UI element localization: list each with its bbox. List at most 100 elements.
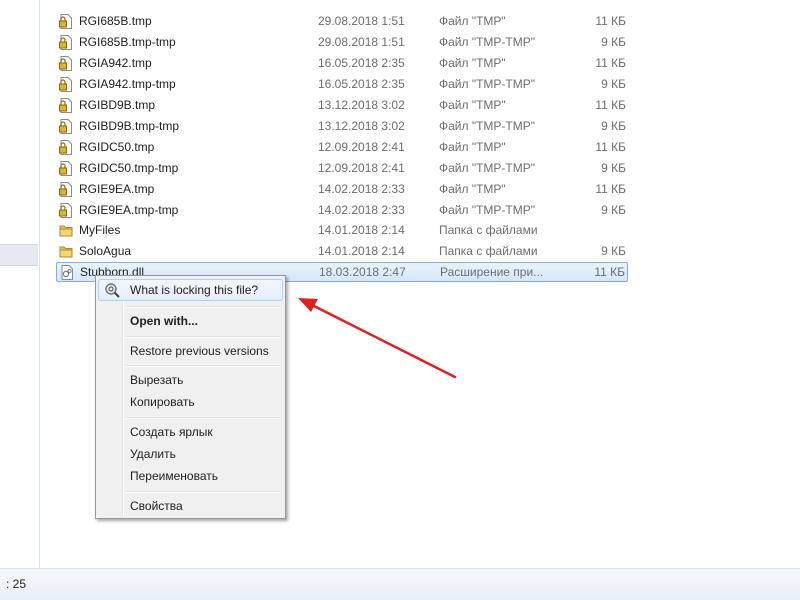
locked-file-icon [59, 140, 72, 155]
locked-file-icon [59, 56, 72, 71]
file-type: Файл "TMP" [439, 56, 506, 70]
menu-separator [126, 336, 281, 338]
file-row[interactable]: RGIDC50.tmp 12.09.2018 2:41 Файл "TMP" 1… [56, 137, 628, 157]
file-name: RGIE9EA.tmp [79, 182, 155, 196]
menu-item-copy[interactable]: Копировать [98, 391, 283, 413]
locked-file-icon [59, 119, 72, 134]
file-date: 18.03.2018 2:47 [319, 265, 406, 279]
file-date: 16.05.2018 2:35 [318, 56, 405, 70]
file-date: 13.12.2018 3:02 [318, 119, 405, 133]
file-date: 12.09.2018 2:41 [318, 140, 405, 154]
file-size: 9 КБ [601, 77, 626, 91]
dll-file-icon [61, 265, 73, 280]
file-type: Файл "TMP" [439, 140, 506, 154]
file-row[interactable]: RGIBD9B.tmp 13.12.2018 3:02 Файл "TMP" 1… [56, 95, 628, 115]
file-type: Файл "TMP-TMP" [439, 203, 536, 217]
locked-file-icon [59, 77, 72, 92]
file-row[interactable]: RGIA942.tmp 16.05.2018 2:35 Файл "TMP" 1… [56, 53, 628, 73]
menu-separator [126, 417, 281, 419]
menu-item-label: What is locking this file? [130, 283, 259, 297]
file-type: Файл "TMP-TMP" [439, 161, 536, 175]
folder-row[interactable]: MyFiles 14.01.2018 2:14 Папка с файлами [56, 220, 628, 240]
file-date: 14.02.2018 2:33 [318, 182, 405, 196]
locked-file-icon [59, 14, 72, 29]
file-type: Файл "TMP" [439, 14, 506, 28]
status-bar: : 25 [0, 568, 800, 600]
locked-file-icon [59, 182, 72, 197]
file-size: 11 КБ [595, 14, 626, 28]
folder-name: MyFiles [79, 223, 121, 237]
file-name: RGI685B.tmp-tmp [79, 35, 176, 49]
menu-item-label: Переименовать [130, 469, 218, 483]
file-name: RGIA942.tmp [79, 56, 152, 70]
menu-item-rename[interactable]: Переименовать [98, 465, 283, 487]
file-row[interactable]: RGIBD9B.tmp-tmp 13.12.2018 3:02 Файл "TM… [56, 116, 628, 136]
menu-item-label: Удалить [130, 447, 176, 461]
file-type: Файл "TMP" [439, 182, 506, 196]
file-size: 11 КБ [595, 182, 626, 196]
file-row[interactable]: RGIE9EA.tmp-tmp 14.02.2018 2:33 Файл "TM… [56, 200, 628, 220]
menu-item-label: Создать ярлык [130, 425, 213, 439]
file-row[interactable]: RGIA942.tmp-tmp 16.05.2018 2:35 Файл "TM… [56, 74, 628, 94]
menu-item-label: Open with... [130, 314, 198, 328]
locked-file-icon [59, 98, 72, 113]
file-date: 13.12.2018 3:02 [318, 98, 405, 112]
file-row[interactable]: RGI685B.tmp-tmp 29.08.2018 1:51 Файл "TM… [56, 32, 628, 52]
locked-file-icon [59, 161, 72, 176]
menu-item-open-with[interactable]: Open with... [98, 310, 283, 332]
folder-icon [59, 246, 73, 258]
file-type: Папка с файлами [439, 223, 538, 237]
file-date: 14.01.2018 2:14 [318, 223, 405, 237]
file-date: 29.08.2018 1:51 [318, 14, 405, 28]
file-name: RGIBD9B.tmp-tmp [79, 119, 180, 133]
file-size: 9 КБ [601, 161, 626, 175]
menu-item-label: Restore previous versions [130, 344, 269, 358]
file-type: Файл "TMP-TMP" [439, 119, 536, 133]
file-size: 11 КБ [595, 98, 626, 112]
file-name: RGIA942.tmp-tmp [79, 77, 176, 91]
locked-file-icon [59, 203, 72, 218]
menu-item-create-shortcut[interactable]: Создать ярлык [98, 421, 283, 443]
file-date: 29.08.2018 1:51 [318, 35, 405, 49]
file-size: 11 КБ [595, 56, 626, 70]
menu-separator [126, 491, 281, 493]
file-size: 9 КБ [601, 244, 626, 258]
file-type: Расширение при... [440, 265, 544, 279]
file-size: 9 КБ [601, 119, 626, 133]
locked-file-icon [59, 35, 72, 50]
file-date: 12.09.2018 2:41 [318, 161, 405, 175]
file-row[interactable]: RGI685B.tmp 29.08.2018 1:51 Файл "TMP" 1… [56, 11, 628, 31]
file-size: 9 КБ [601, 35, 626, 49]
menu-item-cut[interactable]: Вырезать [98, 369, 283, 391]
file-type: Папка с файлами [439, 244, 538, 258]
file-type: Файл "TMP" [439, 98, 506, 112]
menu-item-properties[interactable]: Свойства [98, 495, 283, 517]
magnifier-gear-icon [105, 283, 120, 298]
file-row[interactable]: RGIE9EA.tmp 14.02.2018 2:33 Файл "TMP" 1… [56, 179, 628, 199]
folder-row[interactable]: SoloAgua 14.01.2018 2:14 Папка с файлами… [56, 241, 628, 261]
file-date: 14.01.2018 2:14 [318, 244, 405, 258]
file-type: Файл "TMP-TMP" [439, 35, 536, 49]
menu-item-restore-previous-versions[interactable]: Restore previous versions [98, 340, 283, 362]
file-date: 16.05.2018 2:35 [318, 77, 405, 91]
file-name: RGIDC50.tmp-tmp [79, 161, 179, 175]
file-row[interactable]: RGIDC50.tmp-tmp 12.09.2018 2:41 Файл "TM… [56, 158, 628, 178]
file-name: RGIE9EA.tmp-tmp [79, 203, 179, 217]
menu-item-label: Вырезать [130, 373, 184, 387]
file-name: RGIDC50.tmp [79, 140, 155, 154]
file-name: RGI685B.tmp [79, 14, 152, 28]
file-date: 14.02.2018 2:33 [318, 203, 405, 217]
folder-icon [59, 225, 73, 237]
menu-item-delete[interactable]: Удалить [98, 443, 283, 465]
menu-separator [126, 306, 281, 308]
file-name: RGIBD9B.tmp [79, 98, 156, 112]
menu-item-what-is-locking[interactable]: What is locking this file? [98, 279, 283, 301]
file-size: 9 КБ [601, 203, 626, 217]
folder-name: SoloAgua [79, 244, 132, 258]
file-size: 11 КБ [594, 265, 625, 279]
status-item-count: : 25 [6, 577, 27, 591]
file-type: Файл "TMP-TMP" [439, 77, 536, 91]
menu-item-label: Копировать [130, 395, 195, 409]
context-menu: What is locking this file? Open with... … [95, 275, 286, 519]
menu-separator [126, 365, 281, 367]
